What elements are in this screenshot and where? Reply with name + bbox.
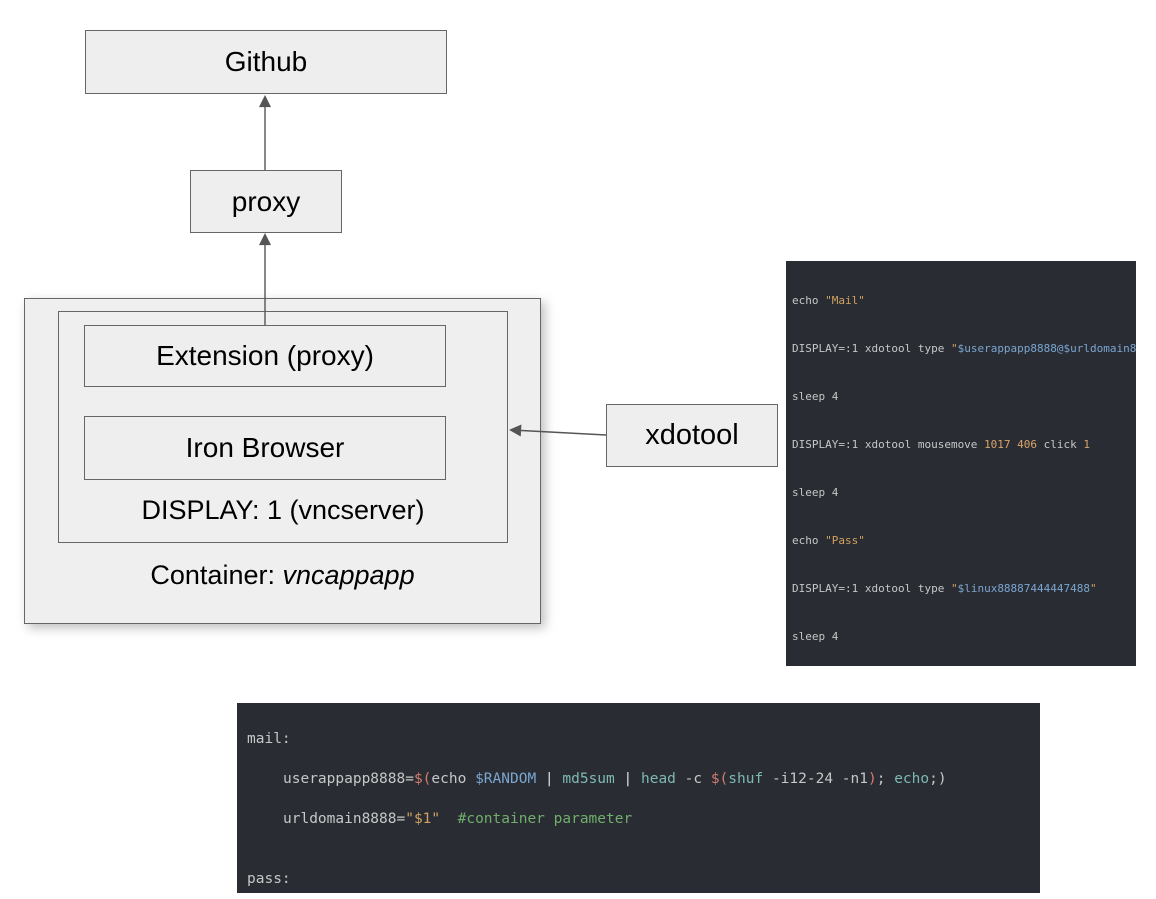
node-proxy-label: proxy: [232, 186, 300, 218]
code-right-xdotool-script: echo "Mail" DISPLAY=:1 xdotool type "$us…: [786, 261, 1136, 666]
node-browser-label: Iron Browser: [186, 432, 345, 464]
node-github: Github: [85, 30, 447, 94]
node-extension-label: Extension (proxy): [156, 340, 374, 372]
node-browser: Iron Browser: [84, 416, 446, 480]
node-extension: Extension (proxy): [84, 325, 446, 387]
node-xdotool: xdotool: [606, 404, 778, 467]
node-proxy: proxy: [190, 170, 342, 233]
node-github-label: Github: [225, 46, 308, 78]
display-caption: DISPLAY: 1 (vncserver): [58, 495, 508, 526]
node-xdotool-label: xdotool: [645, 419, 739, 452]
container-caption: Container: vncappapp: [24, 560, 541, 591]
code-bottom-vars-script: mail: userappapp8888=$(echo $RANDOM | md…: [237, 703, 1040, 893]
